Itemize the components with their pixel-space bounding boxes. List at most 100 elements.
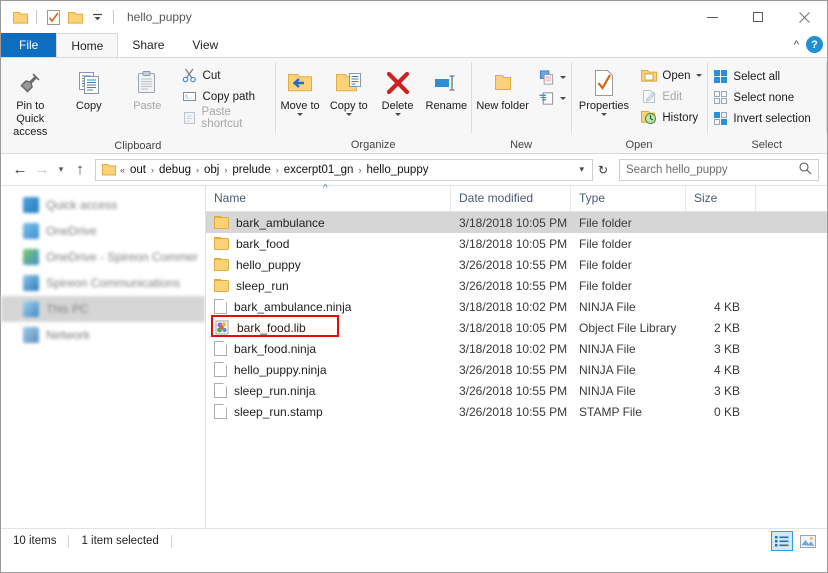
- table-row[interactable]: sleep_run.stamp 3/26/2018 10:55 PM STAMP…: [206, 401, 827, 422]
- sidebar-item-onedrive[interactable]: OneDrive: [1, 218, 205, 244]
- date-modified-cell: 3/26/2018 10:55 PM: [459, 257, 568, 272]
- breadcrumb-item-obj[interactable]: obj: [200, 164, 223, 176]
- table-row[interactable]: hello_puppy 3/26/2018 10:55 PM File fold…: [206, 254, 827, 275]
- copy-label: Copy: [75, 100, 102, 112]
- new-folder-icon[interactable]: [64, 6, 86, 28]
- properties-caret-icon[interactable]: [600, 113, 607, 116]
- cut-button[interactable]: Cut: [177, 65, 275, 86]
- breadcrumb-item-excerpt01-gn[interactable]: excerpt01_gn: [280, 164, 358, 176]
- sidebar-item-network[interactable]: Network: [1, 322, 205, 348]
- pin-to-quick-access-button[interactable]: Pin to Quick access: [1, 63, 60, 139]
- maximize-button[interactable]: [735, 1, 781, 33]
- select-none-button[interactable]: Select none: [707, 87, 815, 108]
- sidebar-label: OneDrive - Spireon Commer: [46, 250, 199, 264]
- breadcrumb-overflow[interactable]: «: [119, 165, 126, 175]
- tab-home[interactable]: Home: [56, 33, 119, 57]
- column-header-size[interactable]: Size: [686, 186, 756, 211]
- tab-share[interactable]: Share: [118, 33, 178, 57]
- table-row[interactable]: bark_ambulance.ninja 3/18/2018 10:02 PM …: [206, 296, 827, 317]
- back-button[interactable]: ←: [9, 159, 31, 181]
- file-name: sleep_run.stamp: [234, 404, 323, 419]
- properties-check-icon[interactable]: [42, 6, 64, 28]
- recent-locations-button[interactable]: ▾: [53, 159, 69, 181]
- tab-view[interactable]: View: [178, 33, 232, 57]
- sidebar-item-quick-access[interactable]: Quick access: [1, 192, 205, 218]
- breadcrumb-bar[interactable]: « out › debug › obj › prelude › excerpt0…: [95, 158, 593, 181]
- sidebar-item-this-pc[interactable]: This PC: [1, 296, 205, 322]
- file-name-cell: bark_ambulance: [206, 216, 451, 230]
- invert-selection-icon: [712, 111, 728, 127]
- file-name-cell: hello_puppy: [206, 258, 451, 272]
- easy-access-button[interactable]: [534, 88, 571, 109]
- easy-access-caret-icon[interactable]: [559, 97, 566, 100]
- new-folder-button[interactable]: New folder: [472, 63, 534, 113]
- breadcrumb-item-out[interactable]: out: [126, 164, 150, 176]
- file-name-cell: bark_food.lib: [206, 320, 451, 335]
- table-row[interactable]: sleep_run.ninja 3/26/2018 10:55 PM NINJA…: [206, 380, 827, 401]
- invert-selection-button[interactable]: Invert selection: [707, 108, 815, 129]
- forward-button[interactable]: →: [31, 159, 53, 181]
- delete-caret-icon[interactable]: [394, 113, 401, 116]
- address-dropdown-icon[interactable]: ▾: [577, 164, 589, 175]
- sidebar-label: Spireon Communications: [46, 276, 181, 290]
- edit-icon: [641, 89, 657, 105]
- sharepoint-icon: [23, 275, 39, 291]
- breadcrumb-item-hello-puppy[interactable]: hello_puppy: [362, 164, 432, 176]
- breadcrumb: « out › debug › obj › prelude › excerpt0…: [119, 164, 577, 176]
- copy-button[interactable]: Copy: [60, 63, 119, 113]
- sidebar-label: This PC: [46, 302, 89, 316]
- collapse-ribbon-icon[interactable]: ^: [794, 39, 799, 51]
- sidebar-item-onedrive-business[interactable]: OneDrive - Spireon Commer: [1, 244, 205, 270]
- customize-quick-access-caret[interactable]: [86, 6, 108, 28]
- large-icons-view-button[interactable]: [797, 531, 819, 551]
- column-header-label: Date modified: [459, 191, 534, 205]
- size-cell: 3 KB: [713, 383, 740, 398]
- table-row[interactable]: hello_puppy.ninja 3/26/2018 10:55 PM NIN…: [206, 359, 827, 380]
- search-input[interactable]: Search hello_puppy: [626, 164, 799, 176]
- table-row[interactable]: bark_ambulance 3/18/2018 10:05 PM File f…: [206, 212, 827, 233]
- breadcrumb-item-prelude[interactable]: prelude: [228, 164, 274, 176]
- rename-button[interactable]: Rename: [422, 63, 471, 113]
- search-box[interactable]: Search hello_puppy: [619, 158, 819, 181]
- select-all-button[interactable]: Select all: [707, 66, 815, 87]
- date-modified-cell: 3/18/2018 10:05 PM: [459, 215, 568, 230]
- new-item-button[interactable]: [534, 67, 571, 88]
- column-header-type[interactable]: Type: [571, 186, 686, 211]
- up-button[interactable]: ↑: [69, 159, 91, 181]
- breadcrumb-item-debug[interactable]: debug: [155, 164, 195, 176]
- paste-button[interactable]: Paste: [118, 63, 177, 113]
- table-row[interactable]: bark_food.lib 3/18/2018 10:05 PM Object …: [206, 317, 827, 338]
- sidebar-item-sharepoint[interactable]: Spireon Communications: [1, 270, 205, 296]
- table-row[interactable]: sleep_run 3/26/2018 10:55 PM File folder: [206, 275, 827, 296]
- view-buttons: [771, 531, 819, 551]
- new-item-caret-icon[interactable]: [559, 76, 566, 79]
- date-modified-cell: 3/18/2018 10:05 PM: [459, 236, 568, 251]
- ribbon-group-clipboard: Pin to Quick access Copy Paste Cut \\...…: [1, 58, 275, 153]
- file-icon: [214, 383, 227, 398]
- copy-to-button[interactable]: Copy to: [324, 63, 373, 116]
- copy-path-button[interactable]: \\... Copy path: [177, 86, 275, 107]
- sidebar-label: Network: [46, 328, 91, 342]
- refresh-button[interactable]: ↻: [593, 163, 613, 177]
- minimize-button[interactable]: [689, 1, 735, 33]
- column-header-date-modified[interactable]: Date modified: [451, 186, 571, 211]
- copy-to-caret-icon[interactable]: [345, 113, 352, 116]
- move-to-caret-icon[interactable]: [297, 113, 304, 116]
- table-row[interactable]: bark_food 3/18/2018 10:05 PM File folder: [206, 233, 827, 254]
- properties-button[interactable]: Properties: [572, 63, 637, 116]
- help-icon[interactable]: ?: [806, 36, 823, 53]
- history-button[interactable]: History: [636, 107, 706, 128]
- delete-button[interactable]: Delete: [373, 63, 422, 116]
- table-row[interactable]: bark_food.ninja 3/18/2018 10:02 PM NINJA…: [206, 338, 827, 359]
- tab-file[interactable]: File: [1, 33, 57, 57]
- open-caret-icon[interactable]: [695, 74, 702, 77]
- column-header-name[interactable]: ^ Name: [206, 184, 451, 211]
- open-button[interactable]: Open: [636, 65, 706, 86]
- folder-icon[interactable]: [9, 6, 31, 28]
- type-cell: Object File Library: [579, 320, 677, 335]
- edit-button[interactable]: Edit: [636, 86, 706, 107]
- move-to-button[interactable]: Move to: [276, 63, 325, 116]
- close-button[interactable]: [781, 1, 827, 33]
- paste-shortcut-button[interactable]: Paste shortcut: [177, 106, 275, 130]
- details-view-button[interactable]: [771, 531, 793, 551]
